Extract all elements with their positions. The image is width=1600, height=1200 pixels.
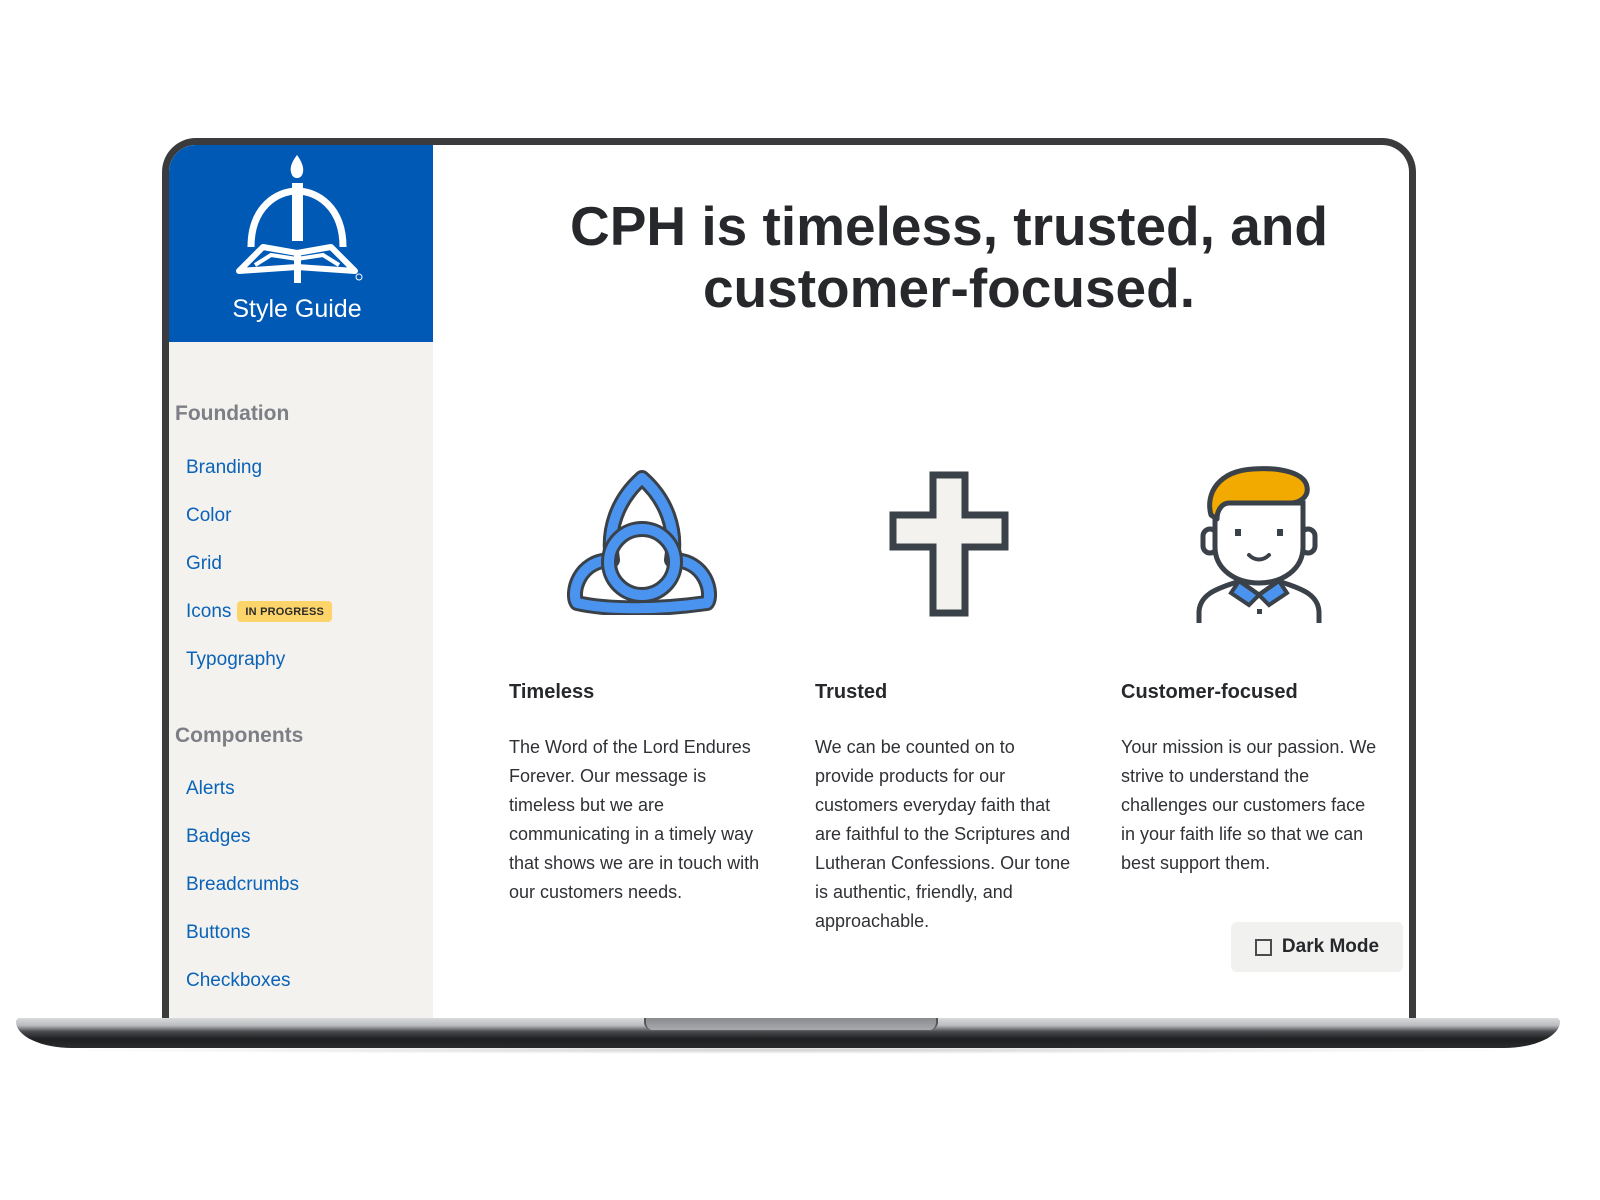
text-line: is authentic, friendly, and xyxy=(815,882,1013,902)
laptop-shadow xyxy=(40,1046,1540,1054)
laptop-screen: Style Guide Foundation Branding Color Gr… xyxy=(162,138,1416,1018)
text-line: Forever. Our message is xyxy=(509,766,707,786)
sidebar-item-breadcrumbs[interactable]: Breadcrumbs xyxy=(186,874,299,896)
text-line: approachable. xyxy=(815,911,930,931)
text-line: Lutheran Confessions. Our tone xyxy=(815,853,1071,873)
in-progress-badge: IN PROGRESS xyxy=(237,601,333,622)
trinity-knot-icon xyxy=(567,470,717,615)
text-line: provide products for our xyxy=(815,766,1006,786)
dark-mode-label: Dark Mode xyxy=(1281,936,1380,957)
dark-mode-checkbox[interactable] xyxy=(1254,938,1272,956)
text-line: communicating in a timely way xyxy=(509,824,754,844)
text-line: Your mission is our passion. We xyxy=(1121,737,1377,757)
laptop-base xyxy=(16,1018,1560,1048)
value-text-timeless: The Word of the Lord Endures Forever. Ou… xyxy=(509,733,789,907)
text-line: challenges our customers face xyxy=(1121,795,1366,815)
text-line: timeless but we are xyxy=(509,795,665,815)
nav-heading-foundation: Foundation xyxy=(175,402,290,425)
sidebar-item-buttons[interactable]: Buttons xyxy=(186,922,250,944)
sidebar: Style Guide Foundation Branding Color Gr… xyxy=(169,145,433,1018)
value-text-trusted: We can be counted on to provide products… xyxy=(815,733,1095,936)
sidebar-item-color[interactable]: Color xyxy=(186,505,231,527)
sidebar-item-branding[interactable]: Branding xyxy=(186,457,262,479)
sidebar-item-typography[interactable]: Typography xyxy=(186,649,285,671)
text-line: strive to understand the xyxy=(1121,766,1310,786)
value-text-customer-focused: Your mission is our passion. We strive t… xyxy=(1121,733,1401,878)
text-line: The Word of the Lord Endures xyxy=(509,737,751,757)
sidebar-item-checkboxes[interactable]: Checkboxes xyxy=(186,970,291,992)
candle-book-logo-icon xyxy=(236,155,363,283)
value-heading-timeless: Timeless xyxy=(509,681,595,703)
page-title: CPH is timeless, trusted, and customer-f… xyxy=(459,195,1409,319)
dark-mode-toggle[interactable]: Dark Mode xyxy=(1231,922,1403,972)
nav-heading-components: Components xyxy=(175,724,304,747)
sidebar-item-label: Icons xyxy=(186,601,232,622)
value-heading-trusted: Trusted xyxy=(815,681,888,703)
text-line: that shows we are in touch with xyxy=(509,853,760,873)
text-line: customers everyday faith that xyxy=(815,795,1051,815)
page-title-line-1: CPH is timeless, trusted, and xyxy=(570,195,1328,257)
sidebar-item-icons[interactable]: Icons IN PROGRESS xyxy=(186,601,333,623)
page-title-line-2: customer-focused. xyxy=(702,257,1196,319)
text-line: our customers needs. xyxy=(509,882,683,902)
text-line: We can be counted on to xyxy=(815,737,1015,757)
text-line: in your faith life so that we can xyxy=(1121,824,1364,844)
brand-header[interactable]: Style Guide xyxy=(169,145,433,342)
laptop-notch xyxy=(644,1018,938,1030)
text-line: best support them. xyxy=(1121,853,1271,873)
sidebar-item-badges[interactable]: Badges xyxy=(186,826,250,848)
text-line: are faithful to the Scriptures and xyxy=(815,824,1071,844)
value-heading-customer-focused: Customer-focused xyxy=(1121,681,1298,703)
cross-icon xyxy=(889,471,1009,617)
brand-title: Style Guide xyxy=(232,295,362,323)
sidebar-item-grid[interactable]: Grid xyxy=(186,553,222,575)
person-icon xyxy=(1196,466,1322,623)
sidebar-item-alerts[interactable]: Alerts xyxy=(186,778,235,800)
